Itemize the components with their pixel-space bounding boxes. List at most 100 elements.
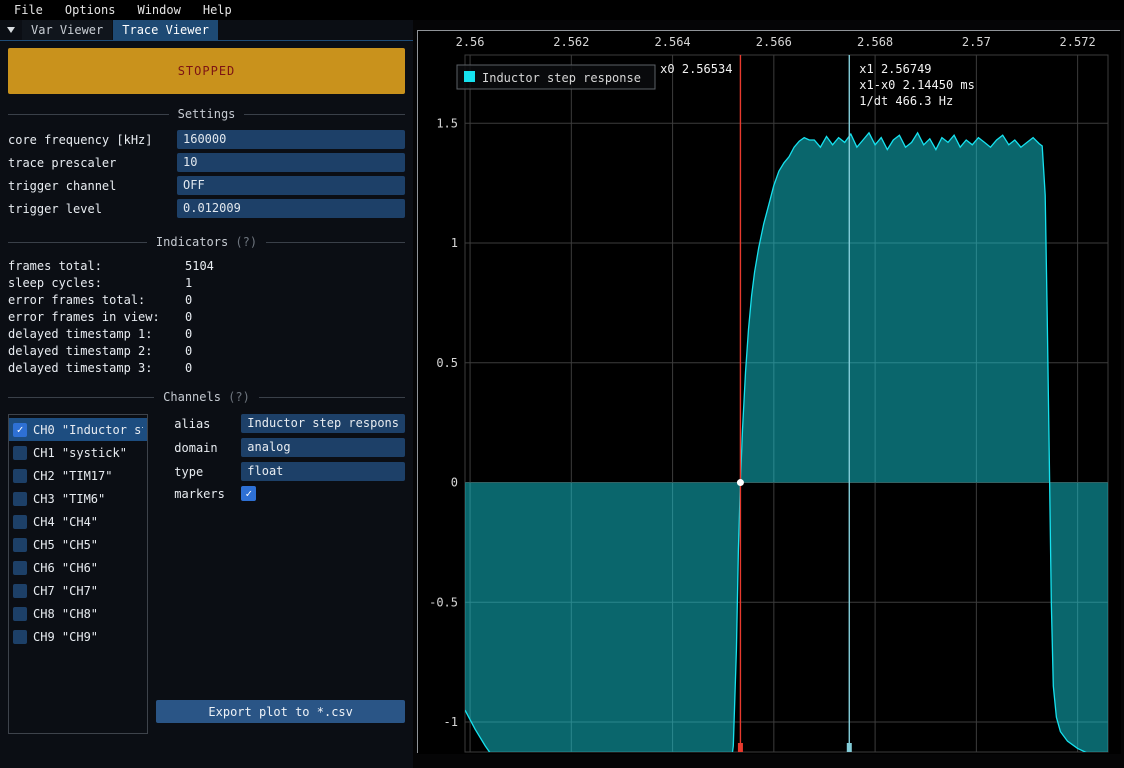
indicators-header: Indicators (?) <box>8 235 405 249</box>
app-root: File Options Window Help Var Viewer Trac… <box>0 0 1124 768</box>
indicator-value: 0 <box>185 326 192 343</box>
channel-checkbox[interactable]: ✓ <box>13 423 27 437</box>
channel-row[interactable]: ✓ CH1 "systick" <box>9 441 147 464</box>
check-icon: ✓ <box>245 488 252 499</box>
type-input[interactable]: float <box>241 462 405 481</box>
type-label: type <box>156 465 241 479</box>
svg-text:1/dt 466.3 Hz: 1/dt 466.3 Hz <box>859 94 953 108</box>
svg-text:x1 2.56749: x1 2.56749 <box>859 62 931 76</box>
channels-header: Channels (?) <box>8 390 405 404</box>
channel-checkbox[interactable]: ✓ <box>13 607 27 621</box>
setting-row: trigger channel OFF <box>8 176 405 195</box>
channels-area: ✓ CH0 "Inductor st ✓ CH1 "systick" ✓CH2 "T… <box>8 414 405 734</box>
svg-text:2.57: 2.57 <box>962 35 991 49</box>
channel-row[interactable]: ✓ CH4 "CH4" <box>9 510 147 533</box>
channel-row[interactable]: ✓CH2 "TIM17" <box>9 464 147 487</box>
channel-checkbox[interactable]: ✓ <box>13 515 27 529</box>
menu-help[interactable]: Help <box>192 3 243 17</box>
channel-label: CH3 "TIM6" <box>33 492 105 506</box>
indicator-row: frames total:5104 <box>8 258 405 275</box>
menu-window[interactable]: Window <box>126 3 191 17</box>
indicator-value: 1 <box>185 275 192 292</box>
channel-label: CH8 "CH8" <box>33 607 98 621</box>
control-panel: Var Viewer Trace Viewer STOPPED Settings… <box>0 20 413 768</box>
svg-text:1.5: 1.5 <box>436 116 458 130</box>
core-frequency-label: core frequency [kHz] <box>8 133 177 147</box>
channel-row[interactable]: ✓ CH9 "CH9" <box>9 625 147 648</box>
menu-file[interactable]: File <box>3 3 54 17</box>
tab-var-viewer[interactable]: Var Viewer <box>22 20 112 40</box>
channel-checkbox[interactable]: ✓ <box>13 630 27 644</box>
trace-plot-window[interactable]: 2.562.5622.5642.5662.5682.572.5721.510.5… <box>417 30 1120 753</box>
alias-input[interactable]: Inductor step respons <box>241 414 405 433</box>
indicator-row: error frames in view:0 <box>8 309 405 326</box>
trigger-channel-select[interactable]: OFF <box>177 176 405 195</box>
channel-row[interactable]: ✓ CH7 "CH7" <box>9 579 147 602</box>
trace-plot[interactable]: 2.562.5622.5642.5662.5682.572.5721.510.5… <box>418 31 1121 754</box>
channel-label: CH0 "Inductor st <box>33 423 143 437</box>
channel-label: CH9 "CH9" <box>33 630 98 644</box>
alias-label: alias <box>156 417 241 431</box>
stopped-button[interactable]: STOPPED <box>8 48 405 94</box>
indicator-row: error frames total:0 <box>8 292 405 309</box>
markers-label: markers <box>156 487 241 501</box>
channel-checkbox[interactable]: ✓ <box>13 446 27 460</box>
tab-trace-viewer[interactable]: Trace Viewer <box>113 20 218 40</box>
channels-help-icon[interactable]: (?) <box>228 390 250 404</box>
indicator-value: 0 <box>185 292 192 309</box>
indicator-row: delayed timestamp 1:0 <box>8 326 405 343</box>
svg-text:0: 0 <box>451 476 458 490</box>
panel-body: STOPPED Settings core frequency [kHz] 16… <box>0 41 413 768</box>
channel-properties: aliasInductor step respons domainanalog … <box>156 414 405 734</box>
indicators-help-icon[interactable]: (?) <box>235 235 257 249</box>
indicator-label: sleep cycles: <box>8 275 185 292</box>
channel-row[interactable]: ✓ CH3 "TIM6" <box>9 487 147 510</box>
channel-checkbox[interactable]: ✓ <box>13 469 27 483</box>
settings-header-label: Settings <box>178 107 236 121</box>
channel-checkbox[interactable]: ✓ <box>13 538 27 552</box>
indicators-header-label: Indicators <box>156 235 228 249</box>
channel-label: CH7 "CH7" <box>33 584 98 598</box>
svg-text:2.562: 2.562 <box>553 35 589 49</box>
channel-row[interactable]: ✓ CH5 "CH5" <box>9 533 147 556</box>
trigger-level-label: trigger level <box>8 202 177 216</box>
trace-prescaler-input[interactable]: 10 <box>177 153 405 172</box>
indicator-label: error frames in view: <box>8 309 185 326</box>
channel-label: CH5 "CH5" <box>33 538 98 552</box>
window-menu-button[interactable] <box>0 20 22 40</box>
svg-text:-1: -1 <box>444 715 458 729</box>
menu-options[interactable]: Options <box>54 3 127 17</box>
indicator-label: delayed timestamp 3: <box>8 360 185 377</box>
svg-text:2.564: 2.564 <box>655 35 691 49</box>
svg-text:Inductor step response: Inductor step response <box>482 71 641 85</box>
channel-list: ✓ CH0 "Inductor st ✓ CH1 "systick" ✓CH2 "T… <box>8 414 148 734</box>
indicator-value: 0 <box>185 309 192 326</box>
markers-checkbox[interactable]: ✓ <box>241 486 256 501</box>
core-frequency-input[interactable]: 160000 <box>177 130 405 149</box>
indicator-label: error frames total: <box>8 292 185 309</box>
export-csv-button[interactable]: Export plot to *.csv <box>156 700 405 723</box>
channel-label: CH6 "CH6" <box>33 561 98 575</box>
channel-row[interactable]: ✓ CH6 "CH6" <box>9 556 147 579</box>
indicator-row: delayed timestamp 3:0 <box>8 360 405 377</box>
tab-bar: Var Viewer Trace Viewer <box>0 20 413 41</box>
settings-header: Settings <box>8 107 405 121</box>
channel-label: CH4 "CH4" <box>33 515 98 529</box>
trigger-level-input[interactable]: 0.012009 <box>177 199 405 218</box>
setting-row: trigger level 0.012009 <box>8 199 405 218</box>
channel-label: CH1 "systick" <box>33 446 127 460</box>
svg-text:1: 1 <box>451 236 458 250</box>
channel-checkbox[interactable]: ✓ <box>13 492 27 506</box>
channel-checkbox[interactable]: ✓ <box>13 584 27 598</box>
main-content: Var Viewer Trace Viewer STOPPED Settings… <box>0 20 1124 768</box>
menu-bar: File Options Window Help <box>0 0 1124 20</box>
channel-row[interactable]: ✓ CH8 "CH8" <box>9 602 147 625</box>
indicator-value: 0 <box>185 343 192 360</box>
channel-row[interactable]: ✓ CH0 "Inductor st <box>9 418 147 441</box>
indicator-value: 5104 <box>185 258 214 275</box>
indicator-label: delayed timestamp 1: <box>8 326 185 343</box>
svg-text:2.566: 2.566 <box>756 35 792 49</box>
indicator-label: frames total: <box>8 258 185 275</box>
channel-checkbox[interactable]: ✓ <box>13 561 27 575</box>
domain-input[interactable]: analog <box>241 438 405 457</box>
